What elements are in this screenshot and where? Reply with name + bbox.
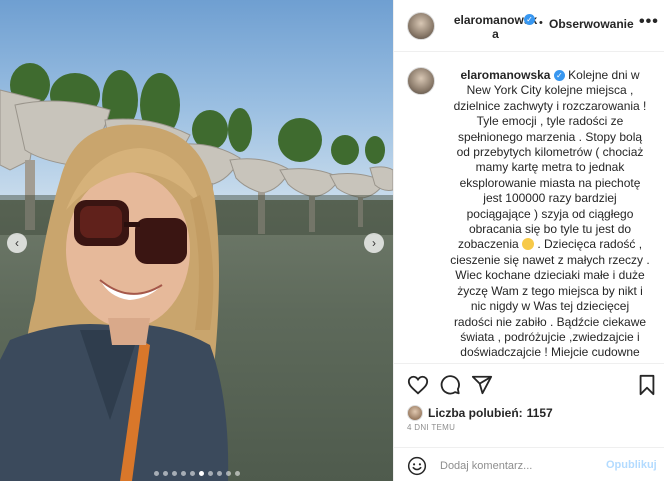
bookmark-icon[interactable] bbox=[636, 374, 658, 396]
previous-slide-button[interactable]: ‹ bbox=[7, 233, 27, 253]
carousel-dot bbox=[153, 471, 159, 476]
separator: • bbox=[539, 17, 543, 29]
post-caption: elaromanowska ✓ Kolejne dni w New York C… bbox=[394, 53, 664, 363]
smile-icon[interactable] bbox=[407, 456, 427, 476]
next-slide-button[interactable]: › bbox=[364, 233, 384, 253]
following-button[interactable]: Obserwowanie bbox=[549, 17, 634, 31]
carousel-indicator bbox=[0, 471, 393, 476]
caption-text: elaromanowska ✓ Kolejne dni w New York C… bbox=[450, 68, 650, 363]
publish-button[interactable]: Opublikuj bbox=[606, 459, 657, 471]
carousel-dot bbox=[207, 471, 213, 476]
carousel-dot bbox=[180, 471, 186, 476]
carousel-dot bbox=[189, 471, 195, 476]
grinning-face-emoji-icon bbox=[522, 238, 534, 251]
author-avatar[interactable] bbox=[407, 12, 435, 40]
comment-bar: Opublikuj bbox=[394, 447, 664, 481]
more-options-icon[interactable]: ••• bbox=[639, 13, 659, 31]
heart-icon[interactable] bbox=[407, 374, 429, 396]
comment-icon[interactable] bbox=[439, 374, 461, 396]
post-media[interactable]: ‹ › bbox=[0, 0, 393, 481]
post-actions: Liczba polubień: 1157 4 DNI TEMU Opublik… bbox=[394, 363, 664, 481]
post-sidebar: elaromanowsk a ✓ • Obserwowanie ••• elar… bbox=[393, 0, 664, 481]
carousel-dot bbox=[198, 471, 204, 476]
post-header: elaromanowsk a ✓ • Obserwowanie ••• bbox=[394, 0, 664, 52]
likes-summary[interactable]: Liczba polubień: 1157 bbox=[407, 404, 553, 422]
carousel-dot bbox=[225, 471, 231, 476]
post-timestamp[interactable]: 4 DNI TEMU bbox=[407, 423, 455, 432]
likes-label: Liczba polubień: bbox=[428, 406, 523, 420]
caption-username[interactable]: elaromanowska bbox=[460, 68, 550, 82]
verified-badge-icon: ✓ bbox=[524, 14, 535, 25]
comment-input[interactable] bbox=[440, 457, 600, 475]
photo-scene bbox=[0, 63, 393, 481]
caption-verified-badge-icon: ✓ bbox=[553, 70, 565, 82]
caption-author-avatar[interactable] bbox=[407, 67, 435, 95]
carousel-dot bbox=[171, 471, 177, 476]
carousel-dot bbox=[162, 471, 168, 476]
carousel-dot bbox=[216, 471, 222, 476]
likes-count: 1157 bbox=[526, 406, 553, 420]
liker-avatar bbox=[407, 405, 423, 421]
carousel-dot bbox=[234, 471, 240, 476]
share-icon[interactable] bbox=[471, 374, 493, 396]
